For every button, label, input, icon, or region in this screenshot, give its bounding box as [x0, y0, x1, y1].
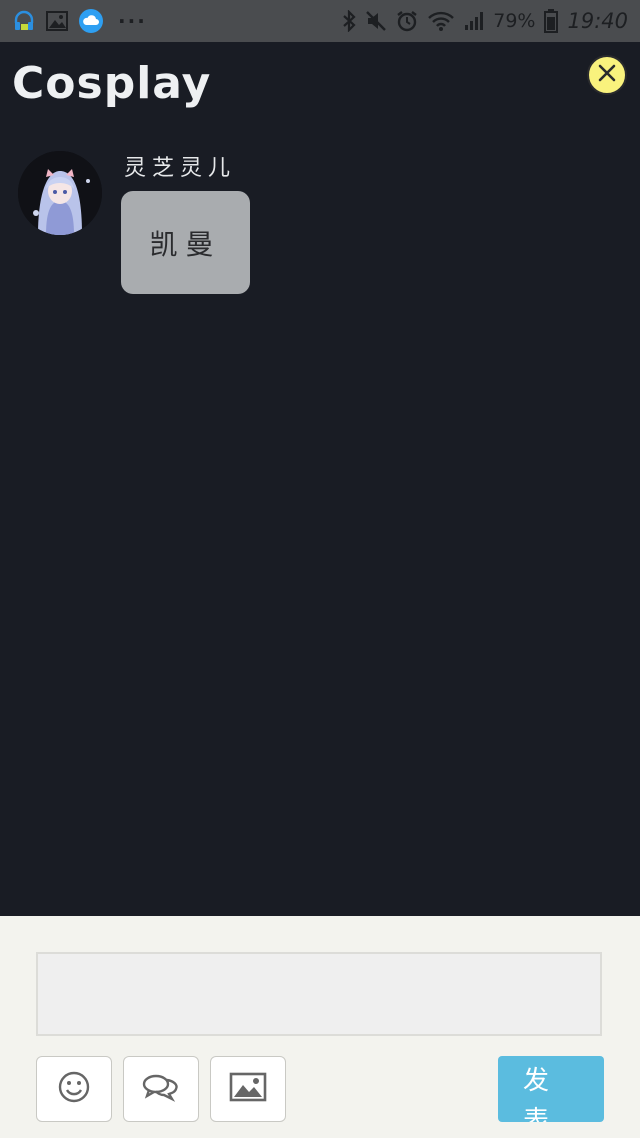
battery-percent: 79% — [493, 10, 536, 32]
avatar[interactable] — [18, 151, 102, 235]
avatar-image — [18, 151, 102, 235]
composer: 发表 — [0, 916, 640, 1138]
battery-icon — [544, 9, 559, 33]
image-icon — [229, 1072, 267, 1106]
close-icon — [598, 64, 616, 86]
wifi-icon — [427, 10, 455, 32]
status-bar: ··· 79% 19:40 — [0, 0, 640, 42]
page-title: Cosplay — [12, 58, 212, 109]
message-input[interactable] — [36, 952, 602, 1036]
more-notifications: ··· — [118, 9, 147, 33]
image-button[interactable] — [210, 1056, 286, 1122]
status-bar-right: 79% 19:40 — [342, 8, 628, 34]
message-bubble[interactable]: 凯曼 — [121, 191, 250, 294]
chat-bubbles-icon — [141, 1071, 181, 1107]
gallery-icon — [46, 11, 68, 31]
cloud-icon — [78, 8, 104, 34]
close-button[interactable] — [587, 55, 627, 95]
headset-app-icon — [12, 9, 36, 33]
submit-label: 发表 — [522, 1065, 549, 1122]
emoji-button[interactable] — [36, 1056, 112, 1122]
emoji-icon — [57, 1070, 91, 1108]
alarm-icon — [396, 10, 418, 32]
mute-icon — [365, 10, 387, 32]
message-text: 凯曼 — [149, 227, 222, 261]
chat-button[interactable] — [123, 1056, 199, 1122]
clock: 19:40 — [567, 9, 628, 33]
signal-icon — [464, 11, 484, 31]
sender-name: 灵芝灵儿 — [124, 156, 237, 181]
status-bar-left: ··· — [12, 8, 147, 34]
bluetooth-icon — [342, 10, 356, 32]
submit-button[interactable]: 发表 — [498, 1056, 604, 1122]
